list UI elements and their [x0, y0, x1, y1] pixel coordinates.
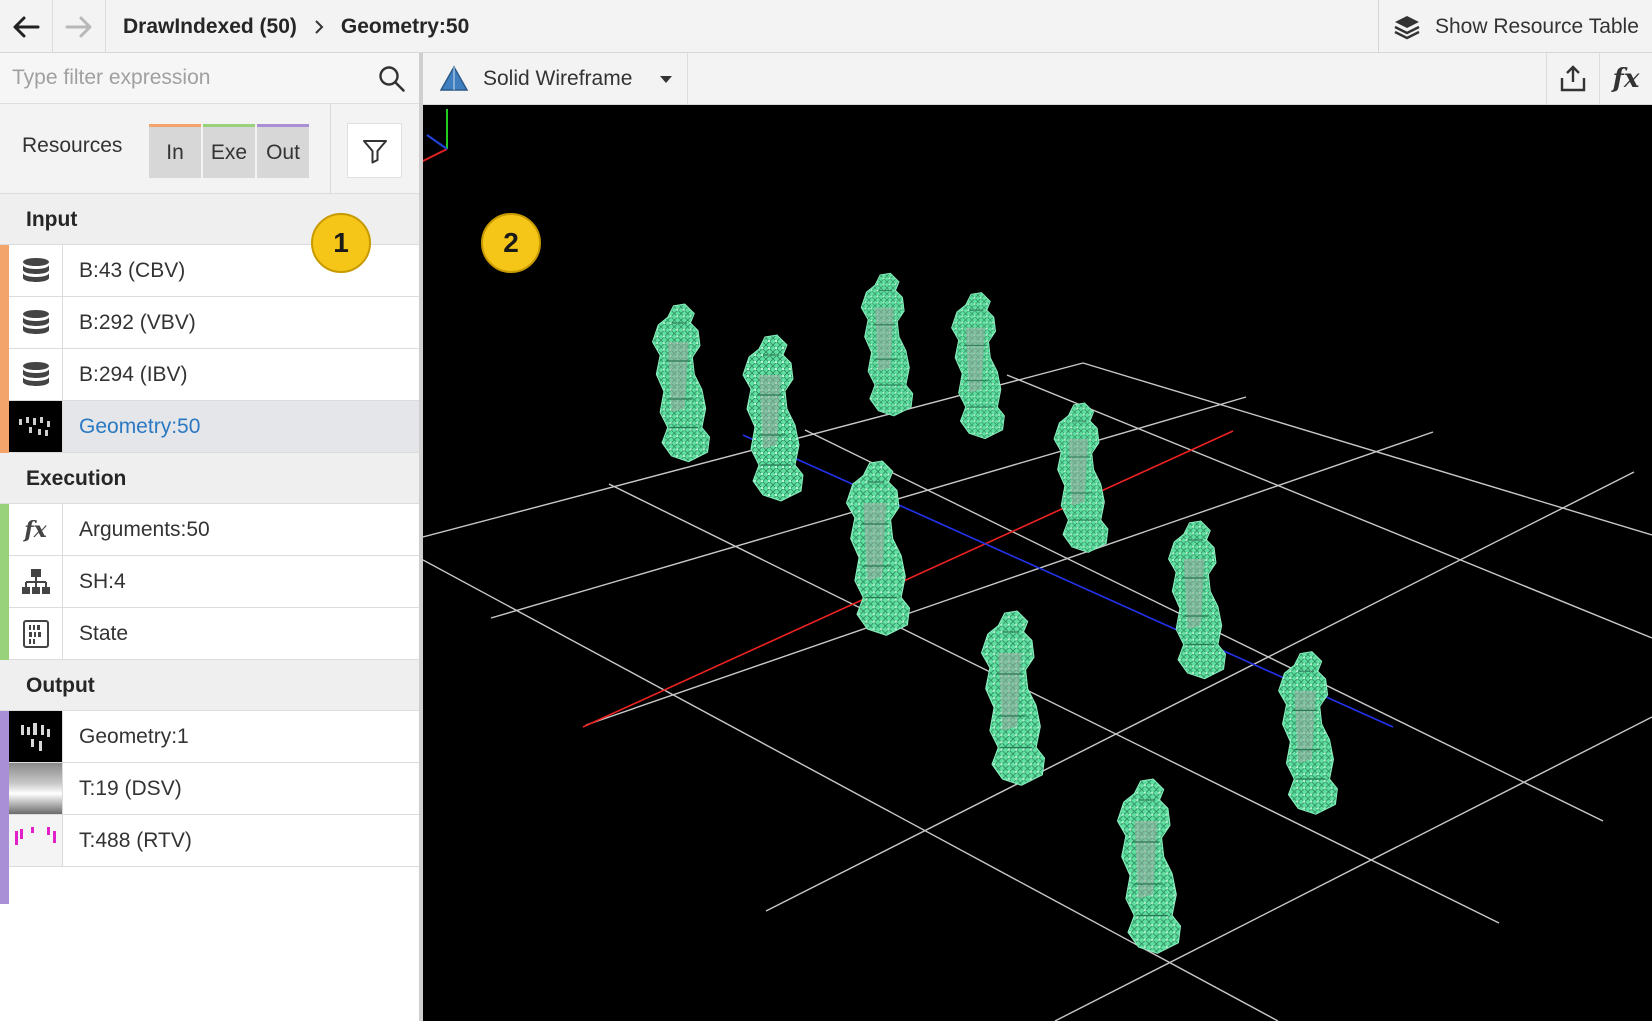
search-button[interactable]	[375, 62, 409, 96]
mesh-instance	[860, 272, 914, 417]
output-stripe	[0, 699, 9, 904]
resource-panel: Resources In Exe Out Input B:43 (CBV) B:…	[0, 53, 423, 1021]
show-resource-table-button[interactable]: Show Resource Table	[1378, 0, 1652, 53]
mesh-instance	[1167, 520, 1227, 680]
mesh-instance	[651, 303, 711, 463]
search-icon	[379, 66, 405, 92]
breadcrumb-item-drawindexed[interactable]: DrawIndexed (50)	[107, 15, 313, 39]
item-label: Geometry:50	[79, 415, 201, 438]
database-icon	[9, 297, 63, 348]
list-item[interactable]: fx Arguments:50	[9, 504, 419, 556]
database-icon	[9, 245, 63, 296]
database-icon	[9, 349, 63, 400]
item-label: Geometry:1	[79, 725, 189, 748]
list-item[interactable]: B:294 (IBV)	[9, 349, 419, 401]
breadcrumb-item-geometry[interactable]: Geometry:50	[325, 15, 485, 39]
fx-button[interactable]: fx	[1599, 53, 1652, 105]
section-header-output[interactable]: Output	[0, 660, 419, 711]
shader-hierarchy-icon	[9, 556, 63, 607]
render-mode-icon	[439, 65, 469, 91]
divider	[330, 104, 331, 194]
callout-badge-1: 1	[311, 213, 371, 273]
item-label: T:19 (DSV)	[79, 777, 182, 800]
filter-bar	[0, 53, 419, 104]
viewport-scene	[423, 109, 1652, 1021]
resources-toolbar: Resources In Exe Out	[0, 104, 419, 194]
3d-viewport[interactable]	[423, 105, 1652, 1021]
forward-button[interactable]	[53, 0, 106, 53]
viewport-toolbar: Solid Wireframe fx	[423, 53, 1652, 105]
mesh-instance	[1053, 402, 1109, 553]
mesh-instance	[742, 334, 804, 502]
section-header-execution[interactable]: Execution	[0, 453, 419, 504]
mesh-instance	[1116, 778, 1182, 954]
funnel-icon	[362, 139, 387, 163]
list-item[interactable]: B:292 (VBV)	[9, 297, 419, 349]
item-label: SH:4	[79, 570, 126, 593]
caret-down-icon	[660, 76, 672, 83]
depth-thumbnail	[9, 763, 63, 814]
arrow-right-icon	[65, 16, 92, 37]
axis-gizmo	[423, 109, 448, 163]
back-button[interactable]	[0, 0, 53, 53]
layers-icon	[1394, 15, 1420, 39]
fx-glyph: fx	[24, 516, 47, 543]
list-item[interactable]: SH:4	[9, 556, 419, 608]
binary-state-icon	[9, 608, 63, 659]
render-mode-dropdown[interactable]: Solid Wireframe	[423, 53, 688, 105]
list-item[interactable]: T:488 (RTV)	[9, 815, 419, 867]
item-label: Arguments:50	[79, 518, 210, 541]
fx-icon: fx	[1612, 64, 1640, 94]
list-item[interactable]: T:19 (DSV)	[9, 763, 419, 815]
item-label: B:292 (VBV)	[79, 311, 196, 334]
filter-input[interactable]	[12, 61, 372, 95]
list-item[interactable]: State	[9, 608, 419, 660]
export-button[interactable]	[1546, 53, 1599, 105]
mesh-instance	[980, 610, 1046, 786]
item-label: State	[79, 622, 129, 645]
mesh-instance	[951, 292, 1005, 440]
filter-options-button[interactable]	[347, 123, 402, 178]
item-label: B:294 (IBV)	[79, 363, 188, 386]
item-label: B:43 (CBV)	[79, 259, 186, 282]
fx-icon: fx	[9, 504, 63, 555]
toggle-out[interactable]: Out	[257, 124, 309, 178]
geometry-thumbnail	[9, 401, 63, 452]
render-mode-label: Solid Wireframe	[483, 67, 633, 90]
ground-grid	[423, 362, 1652, 1021]
toggle-exe[interactable]: Exe	[203, 124, 255, 178]
x-axis-line	[582, 430, 1234, 728]
share-export-icon	[1560, 65, 1586, 92]
mesh-instance	[1278, 651, 1338, 815]
item-label: T:488 (RTV)	[79, 829, 192, 852]
breadcrumb: DrawIndexed (50) Geometry:50	[107, 0, 485, 53]
callout-badge-2: 2	[481, 213, 541, 273]
arrow-left-icon	[13, 16, 40, 37]
chevron-right-icon	[313, 19, 325, 35]
mesh-instance	[845, 460, 911, 636]
resources-label: Resources	[22, 134, 123, 157]
toggle-in[interactable]: In	[149, 124, 201, 178]
show-resource-table-label: Show Resource Table	[1435, 14, 1639, 38]
rendertarget-thumbnail	[9, 815, 63, 866]
list-item[interactable]: Geometry:1	[9, 711, 419, 763]
top-bar: DrawIndexed (50) Geometry:50 Show Resour…	[0, 0, 1652, 53]
geometry-thumbnail	[9, 711, 63, 762]
list-item-selected[interactable]: Geometry:50	[9, 401, 419, 453]
